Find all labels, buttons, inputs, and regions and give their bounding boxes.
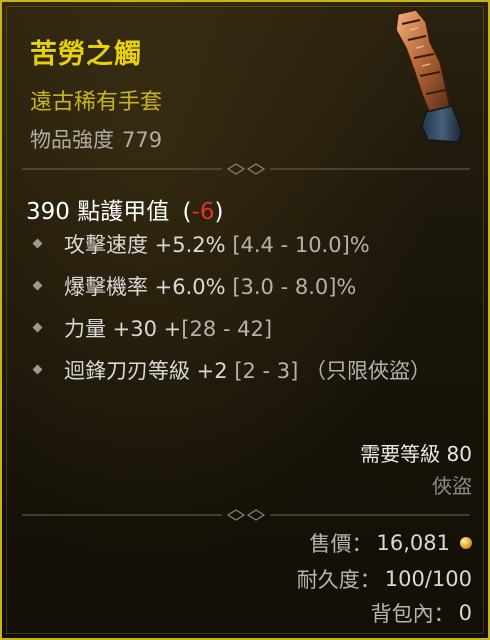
armor-label: 點護甲值 — [77, 199, 170, 225]
required-level: 需要等級 80 — [360, 442, 472, 466]
affix-attack-speed: 攻擊速度 +5.2% [4.4 - 10.0]% — [30, 228, 460, 262]
divider-top — [22, 163, 470, 175]
bullet-icon — [32, 280, 43, 291]
affix-range: [4.4 - 10.0]% — [232, 233, 370, 257]
affix-range: [3.0 - 8.0]% — [232, 275, 357, 299]
bullet-icon — [32, 322, 43, 333]
item-power-label: 物品強度 — [30, 128, 114, 152]
armor-delta: -6 — [191, 199, 215, 225]
affix-range: [28 - 42] — [181, 317, 273, 341]
armor-value: 390 — [26, 199, 70, 225]
bullet-icon — [32, 364, 43, 375]
armor-value-line: 390 點護甲值 (-6) — [26, 192, 223, 226]
durability-value: 100/100 — [384, 567, 472, 591]
required-class: 俠盜 — [432, 474, 472, 498]
item-tooltip: 苦勞之觸 遠古稀有手套 物品強度 779 390 點護甲值 (-6) 攻擊速度 … — [0, 0, 490, 640]
item-name: 苦勞之觸 — [30, 39, 142, 70]
durability-label: 耐久度： — [296, 568, 381, 592]
affix-text: 攻擊速度 +5.2% — [64, 233, 226, 257]
affix-text: 爆擊機率 +6.0% — [64, 275, 226, 299]
gloves-item-icon — [395, 9, 463, 143]
affix-text: 迴鋒刀刃等級 +2 — [64, 359, 228, 383]
bag-count-label: 背包內： — [370, 602, 455, 626]
armor-delta-close: ) — [214, 199, 224, 225]
affix-list: 攻擊速度 +5.2% [4.4 - 10.0]% 爆擊機率 +6.0% [3.0… — [30, 228, 460, 396]
bag-count-row: 背包內： 0 — [371, 598, 472, 628]
affix-range: [2 - 3] （只限俠盜） — [234, 359, 432, 383]
armor-delta-open: ( — [182, 199, 192, 225]
sell-price-row: 售價： 16,081 — [310, 528, 472, 558]
item-type: 遠古稀有手套 — [30, 90, 163, 115]
divider-bottom — [22, 509, 470, 521]
item-power: 物品強度 779 — [30, 124, 162, 154]
sell-price-label: 售價： — [309, 532, 373, 556]
item-power-value: 779 — [122, 128, 163, 152]
affix-text: 力量 +30 + — [64, 317, 182, 341]
bullet-icon — [32, 238, 43, 249]
affix-strength: 力量 +30 +[28 - 42] — [30, 312, 460, 346]
sell-price-value: 16,081 — [376, 531, 450, 555]
durability-row: 耐久度： 100/100 — [297, 564, 472, 594]
affix-skill-rank: 迴鋒刀刃等級 +2 [2 - 3] （只限俠盜） — [30, 354, 460, 388]
gold-coin-icon — [460, 537, 472, 549]
bag-count-value: 0 — [458, 601, 472, 625]
affix-crit-chance: 爆擊機率 +6.0% [3.0 - 8.0]% — [30, 270, 460, 304]
